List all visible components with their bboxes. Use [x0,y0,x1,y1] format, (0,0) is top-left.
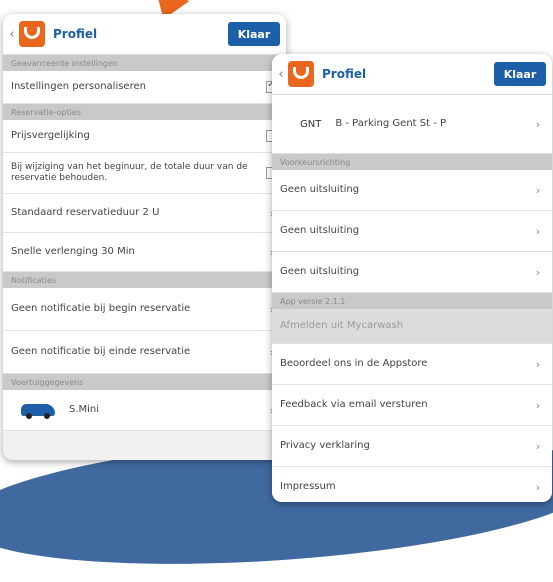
chevron-right-icon: › [535,357,541,371]
vehicle-row[interactable]: S.Mini › [3,390,286,431]
logout-label: Afmelden uit Mycarwash [280,320,404,331]
section-header-preference: Voorkeursrichting [272,154,552,170]
gnt-code: GNT [300,118,322,130]
keep-duration-row[interactable]: Bij wijziging van het beginuur, de total… [3,153,286,194]
exclusion-row-1[interactable]: Geen uitsluiting › [272,170,552,211]
default-duration-label: Standaard reservatieduur 2 U [11,207,160,218]
vehicle-label: S.Mini [69,404,100,415]
page-title: Profiel [322,67,367,81]
privacy-label: Privacy verklaring [280,440,370,451]
back-chevron-icon[interactable]: ‹ [5,27,19,42]
done-button[interactable]: Klaar [228,22,280,46]
price-compare-label: Prijsvergelijking [11,130,90,141]
notif-end-row[interactable]: Geen notificatie bij einde reservatie › [3,331,286,374]
exclusion-label: Geen uitsluiting [280,184,360,195]
exclusion-label: Geen uitsluiting [280,266,360,277]
feedback-label: Feedback via email versturen [280,399,428,410]
chevron-right-icon: › [535,117,541,131]
section-header-reservation: Reservatie-opties [3,104,286,120]
parking-label: B - Parking Gent St - P [335,118,447,129]
section-header-notifications: Notificaties [3,272,286,288]
chevron-right-icon: › [535,439,541,453]
chevron-right-icon: › [535,183,541,197]
app-logo-icon [288,61,314,87]
personalize-settings-label: Instellingen personaliseren [11,81,146,92]
chevron-right-icon: › [535,265,541,279]
keep-duration-label: Bij wijziging van het beginuur, de total… [11,162,248,183]
parking-row[interactable]: GNT B - Parking Gent St - P › [272,95,552,154]
section-header-app-version: App versie 2.1.1 [272,293,552,309]
feedback-row[interactable]: Feedback via email versturen › [272,385,552,426]
phone-screen-right: ‹ Profiel Klaar GNT B - Parking Gent St … [272,54,552,502]
exclusion-label: Geen uitsluiting [280,225,360,236]
exclusion-row-3[interactable]: Geen uitsluiting › [272,252,552,293]
privacy-row[interactable]: Privacy verklaring › [272,426,552,467]
section-header-advanced: Geavanceerde instellingen [3,55,286,71]
done-button[interactable]: Klaar [494,62,546,86]
app-logo-icon [19,21,45,47]
phone-screen-left: ‹ Profiel Klaar Geavanceerde instellinge… [3,14,286,460]
section-header-vehicle: Voertuiggegevens [3,374,286,390]
personalize-settings-row[interactable]: Instellingen personaliseren [3,71,286,104]
notif-end-label: Geen notificatie bij einde reservatie [11,346,191,357]
chevron-right-icon: › [535,224,541,238]
rate-app-label: Beoordeel ons in de Appstore [280,358,428,369]
impressum-row[interactable]: Impressum › [272,467,552,502]
notif-start-row[interactable]: Geen notificatie bij begin reservatie › [3,288,286,331]
notif-start-label: Geen notificatie bij begin reservatie [11,303,191,314]
impressum-label: Impressum [280,481,336,492]
chevron-right-icon: › [535,480,541,494]
rate-app-row[interactable]: Beoordeel ons in de Appstore › [272,344,552,385]
chevron-right-icon: › [535,398,541,412]
navigation-bar: ‹ Profiel Klaar [272,54,552,95]
price-compare-row[interactable]: Prijsvergelijking [3,120,286,153]
default-duration-row[interactable]: Standaard reservatieduur 2 U › [3,194,286,233]
back-chevron-icon[interactable]: ‹ [274,67,288,82]
quick-extend-row[interactable]: Snelle verlenging 30 Min › [3,233,286,272]
page-title: Profiel [53,27,98,41]
logout-row[interactable]: Afmelden uit Mycarwash [272,309,552,344]
car-icon [21,404,55,419]
quick-extend-label: Snelle verlenging 30 Min [11,246,135,257]
navigation-bar: ‹ Profiel Klaar [3,14,286,55]
exclusion-row-2[interactable]: Geen uitsluiting › [272,211,552,252]
